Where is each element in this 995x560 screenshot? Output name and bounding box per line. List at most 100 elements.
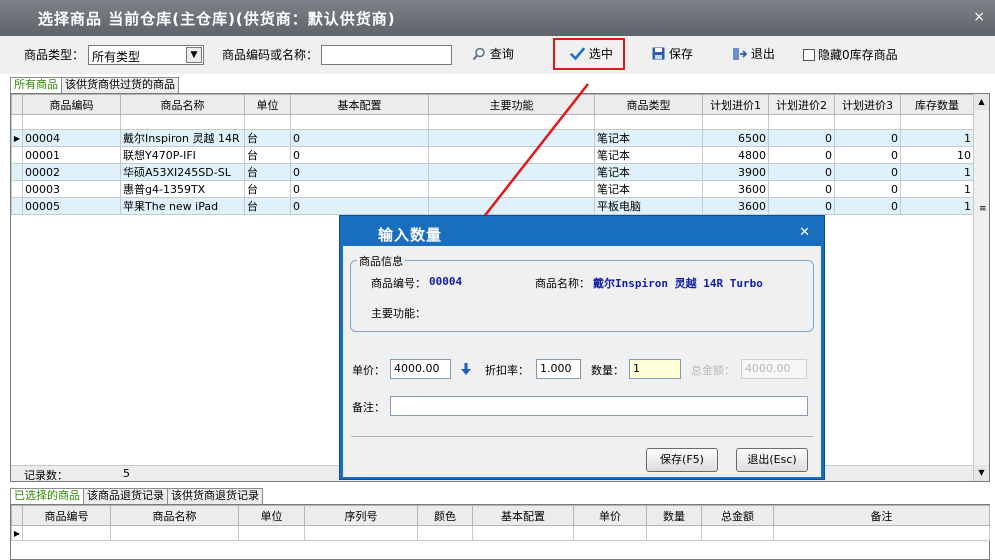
product-type-select[interactable]: 所有类型 ▼: [88, 45, 204, 65]
close-icon[interactable]: ×: [973, 9, 985, 25]
table-cell[interactable]: 10: [900, 146, 974, 164]
table-cell[interactable]: 0: [768, 197, 835, 215]
table-row[interactable]: 00005 苹果The new iPad 台 0 平板电脑 3600 0 0 1: [11, 197, 974, 215]
column-header[interactable]: 商品名称: [120, 94, 245, 115]
table-cell[interactable]: [472, 525, 574, 541]
table-cell[interactable]: 1: [900, 180, 974, 198]
table-cell[interactable]: [417, 525, 473, 541]
table-cell[interactable]: 3900: [702, 163, 769, 181]
tab-supplier-return-records[interactable]: 该供货商退货记录: [167, 488, 263, 504]
chevron-down-icon[interactable]: ▼: [186, 47, 202, 63]
table-cell[interactable]: [573, 525, 647, 541]
scroll-grip-icon[interactable]: ≡: [979, 204, 987, 214]
table-cell[interactable]: [646, 525, 702, 541]
table-cell[interactable]: 1: [900, 129, 974, 147]
table-cell[interactable]: [110, 525, 239, 541]
table-cell[interactable]: 00004: [22, 129, 121, 147]
tab-selected-products[interactable]: 已选择的商品: [10, 488, 84, 504]
table-row[interactable]: 00001 联想Y470P-IFI 台 0 笔记本 4800 0 0 10: [11, 146, 974, 164]
table-cell[interactable]: 戴尔Inspiron 灵越 14R: [120, 129, 245, 147]
table-cell[interactable]: 00003: [22, 180, 121, 198]
column-header[interactable]: 总金额: [701, 505, 774, 526]
filter-cell[interactable]: [22, 114, 121, 130]
table-cell[interactable]: 0: [834, 163, 901, 181]
checkbox-box[interactable]: [803, 49, 815, 61]
table-cell[interactable]: 笔记本: [594, 163, 703, 181]
column-header[interactable]: 主要功能: [428, 94, 595, 115]
filter-cell[interactable]: [900, 114, 974, 130]
table-cell[interactable]: 台: [244, 180, 291, 198]
column-header[interactable]: 单价: [573, 505, 647, 526]
column-header[interactable]: 计划进价1: [702, 94, 769, 115]
table-cell[interactable]: 0: [290, 197, 429, 215]
table-cell[interactable]: 平板电脑: [594, 197, 703, 215]
filter-cell[interactable]: [290, 114, 429, 130]
table-row[interactable]: ▶: [11, 525, 990, 541]
product-grid-scrollbar[interactable]: ▲ ≡ ▼: [973, 94, 989, 481]
table-cell[interactable]: 笔记本: [594, 180, 703, 198]
tab-all-products[interactable]: 所有商品: [10, 77, 62, 93]
column-header[interactable]: 单位: [238, 505, 305, 526]
table-cell[interactable]: 台: [244, 197, 291, 215]
column-header[interactable]: 备注: [773, 505, 990, 526]
scroll-up-arrow-icon[interactable]: ▲: [974, 94, 989, 110]
column-header[interactable]: 基本配置: [472, 505, 574, 526]
filter-cell[interactable]: [428, 114, 595, 130]
exit-button[interactable]: 退出: [728, 44, 779, 66]
table-cell[interactable]: 00001: [22, 146, 121, 164]
table-cell[interactable]: 联想Y470P-IFI: [120, 146, 245, 164]
table-cell[interactable]: 台: [244, 129, 291, 147]
table-cell[interactable]: 0: [834, 180, 901, 198]
table-cell[interactable]: [428, 129, 595, 147]
quantity-input[interactable]: 1: [629, 359, 681, 379]
table-cell[interactable]: 3600: [702, 180, 769, 198]
column-header[interactable]: 基本配置: [290, 94, 429, 115]
table-cell[interactable]: 1: [900, 163, 974, 181]
query-button[interactable]: 查询: [468, 44, 518, 66]
scroll-down-arrow-icon[interactable]: ▼: [974, 465, 989, 481]
table-cell[interactable]: 0: [768, 129, 835, 147]
table-cell[interactable]: 00002: [22, 163, 121, 181]
table-cell[interactable]: [773, 525, 990, 541]
tab-supplier-products[interactable]: 该供货商供过货的商品: [61, 77, 179, 93]
discount-input[interactable]: 1.000: [536, 359, 581, 379]
table-cell[interactable]: 台: [244, 163, 291, 181]
table-row[interactable]: 00002 华硕A53XI245SD-SL 台 0 笔记本 3900 0 0 1: [11, 163, 974, 181]
table-cell[interactable]: 0: [290, 129, 429, 147]
table-cell[interactable]: 笔记本: [594, 146, 703, 164]
table-cell[interactable]: 笔记本: [594, 129, 703, 147]
table-cell[interactable]: 6500: [702, 129, 769, 147]
table-cell[interactable]: [428, 180, 595, 198]
table-cell[interactable]: 1: [900, 197, 974, 215]
table-cell[interactable]: 0: [834, 197, 901, 215]
arrow-down-icon[interactable]: [460, 362, 472, 376]
column-header[interactable]: 数量: [646, 505, 702, 526]
column-header[interactable]: 单位: [244, 94, 291, 115]
code-or-name-input[interactable]: [321, 45, 452, 65]
table-cell[interactable]: [428, 163, 595, 181]
column-header[interactable]: 商品编号: [22, 505, 111, 526]
table-cell[interactable]: 惠普g4-1359TX: [120, 180, 245, 198]
table-cell[interactable]: 0: [290, 180, 429, 198]
column-header[interactable]: 商品名称: [110, 505, 239, 526]
table-row[interactable]: ▶ 00004 戴尔Inspiron 灵越 14R 台 0 笔记本 6500 0 0 1: [11, 129, 974, 147]
table-cell[interactable]: 0: [768, 180, 835, 198]
filter-cell[interactable]: [120, 114, 245, 130]
filter-cell[interactable]: [702, 114, 769, 130]
filter-cell[interactable]: [834, 114, 901, 130]
table-row[interactable]: 00003 惠普g4-1359TX 台 0 笔记本 3600 0 0 1: [11, 180, 974, 198]
table-cell[interactable]: [22, 525, 111, 541]
table-cell[interactable]: 0: [834, 146, 901, 164]
save-button[interactable]: 保存: [648, 44, 697, 66]
table-cell[interactable]: [304, 525, 418, 541]
column-header[interactable]: 商品类型: [594, 94, 703, 115]
filter-cell[interactable]: [244, 114, 291, 130]
remark-input[interactable]: [390, 396, 808, 416]
table-cell[interactable]: 台: [244, 146, 291, 164]
table-cell[interactable]: 0: [768, 146, 835, 164]
filter-cell[interactable]: [768, 114, 835, 130]
column-header[interactable]: 商品编码: [22, 94, 121, 115]
table-cell[interactable]: 0: [290, 163, 429, 181]
table-cell[interactable]: 苹果The new iPad: [120, 197, 245, 215]
column-header[interactable]: 计划进价3: [834, 94, 901, 115]
